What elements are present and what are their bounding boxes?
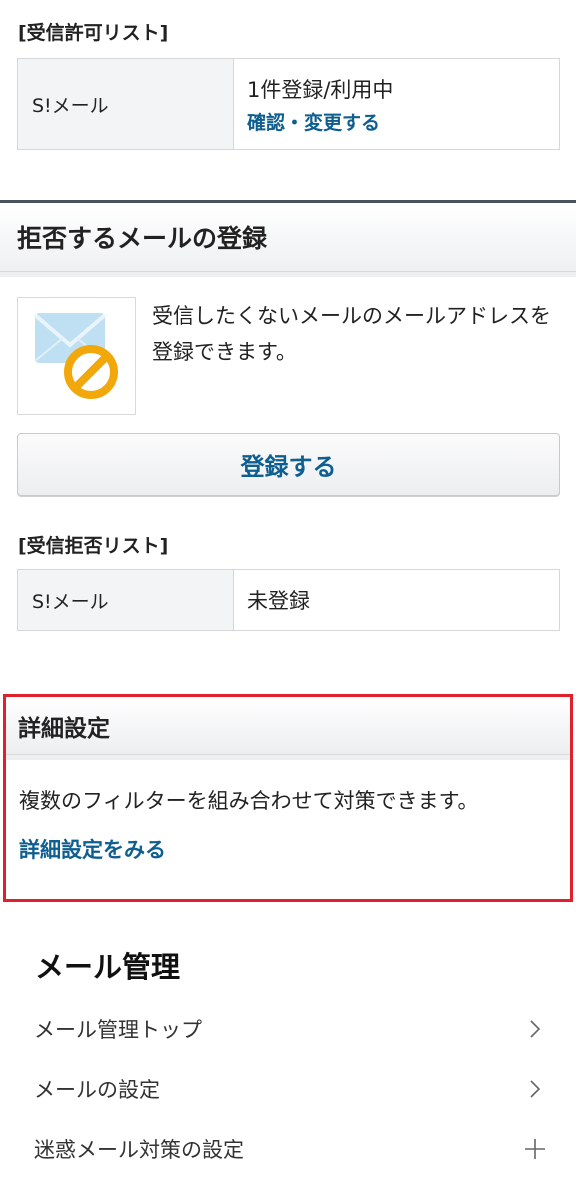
mail-block-icon-box (17, 297, 136, 415)
page: [受信許可リスト] S!メール 1件登録/利用中 確認・変更する 拒否するメール… (0, 0, 576, 1178)
chevron-right-icon (524, 1078, 546, 1100)
plus-icon (524, 1138, 546, 1160)
reject-list-label: [受信拒否リスト] (18, 535, 169, 557)
nav-item-label: メール管理トップ (34, 1018, 202, 1042)
detail-settings-link[interactable]: 詳細設定をみる (19, 834, 166, 864)
detail-settings-description: 複数のフィルターを組み合わせて対策できます。 (19, 789, 479, 813)
allow-list-row-label: S!メール (18, 59, 234, 149)
reject-list-row-value: 未登録 (234, 570, 559, 630)
allow-list-row-value: 1件登録/利用中 確認・変更する (234, 59, 559, 149)
nav-item-label: 迷惑メール対策の設定 (34, 1138, 244, 1162)
allow-list-label: [受信許可リスト] (18, 22, 169, 44)
mail-management-title: メール管理 (35, 950, 181, 984)
allow-list-table: S!メール 1件登録/利用中 確認・変更する (17, 58, 560, 150)
allow-list-status: 1件登録/利用中 (247, 77, 394, 102)
reject-list-status: 未登録 (247, 589, 310, 613)
detail-settings-header: 詳細設定 (6, 697, 570, 760)
reject-list-row-label: S!メール (18, 570, 234, 630)
nav-item-spam-settings[interactable]: 迷惑メール対策の設定 (34, 1129, 546, 1169)
nav-item-mail-management-top[interactable]: メール管理トップ (34, 1009, 546, 1049)
register-button[interactable]: 登録する (17, 433, 560, 496)
nav-item-label: メールの設定 (34, 1078, 160, 1102)
chevron-right-icon (524, 1018, 546, 1040)
allow-list-change-link[interactable]: 確認・変更する (247, 108, 559, 135)
reject-section-header: 拒否するメールの登録 (0, 200, 576, 277)
reject-description: 受信したくないメールのメールアドレスを登録できます。 (152, 304, 551, 364)
nav-item-mail-settings[interactable]: メールの設定 (34, 1069, 546, 1109)
reject-list-table: S!メール 未登録 (17, 569, 560, 631)
detail-settings-highlight: 詳細設定 複数のフィルターを組み合わせて対策できます。 詳細設定をみる (3, 694, 573, 902)
mail-block-icon (33, 313, 118, 399)
